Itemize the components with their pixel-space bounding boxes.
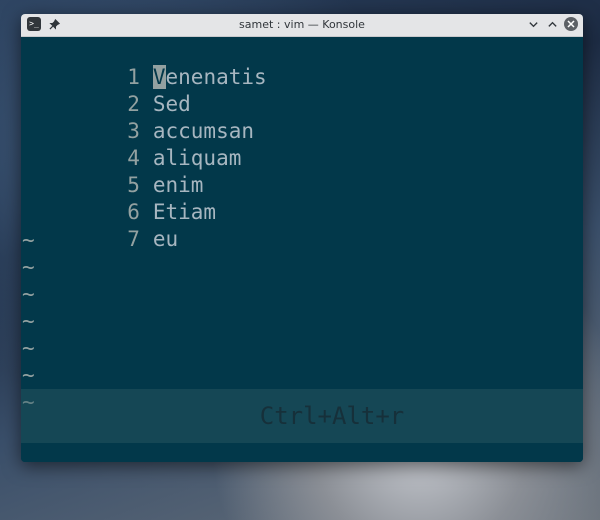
terminal-icon[interactable]: >_ bbox=[27, 17, 41, 31]
chevron-down-icon[interactable] bbox=[526, 17, 540, 31]
editor-line: 3 accumsan bbox=[21, 91, 254, 143]
editor-line: 4 aliquam bbox=[21, 118, 241, 170]
chevron-up-icon[interactable] bbox=[545, 17, 559, 31]
shortcut-overlay: Ctrl+Alt+r bbox=[21, 389, 583, 443]
pin-icon[interactable] bbox=[47, 17, 61, 31]
editor-line: 7 eu bbox=[21, 199, 178, 251]
konsole-window: >_ samet : vim — Konsole 1 Venenatis 2 Sed bbox=[21, 14, 583, 462]
editor-line: 5 enim bbox=[21, 145, 203, 197]
editor-line: 1 Venenatis bbox=[21, 37, 267, 89]
editor-line: 2 Sed bbox=[21, 64, 191, 116]
editor-line: 6 Etiam bbox=[21, 172, 216, 224]
empty-line-marker: ~ bbox=[22, 336, 35, 360]
shortcut-text: Ctrl+Alt+r bbox=[259, 402, 405, 430]
empty-line-marker: ~ bbox=[22, 363, 35, 387]
line-number: 7 bbox=[127, 227, 140, 251]
empty-line-marker: ~ bbox=[22, 255, 35, 279]
empty-line-marker: ~ bbox=[22, 282, 35, 306]
titlebar[interactable]: >_ samet : vim — Konsole bbox=[21, 14, 583, 37]
window-title: samet : vim — Konsole bbox=[239, 18, 365, 31]
empty-line-marker: ~ bbox=[22, 228, 35, 252]
empty-line-marker: ~ bbox=[22, 309, 35, 333]
line-text: eu bbox=[152, 227, 179, 251]
terminal-area[interactable]: 1 Venenatis 2 Sed 3 accumsan 4 aliquam 5 enim… bbox=[21, 37, 583, 462]
close-icon[interactable] bbox=[564, 17, 578, 31]
